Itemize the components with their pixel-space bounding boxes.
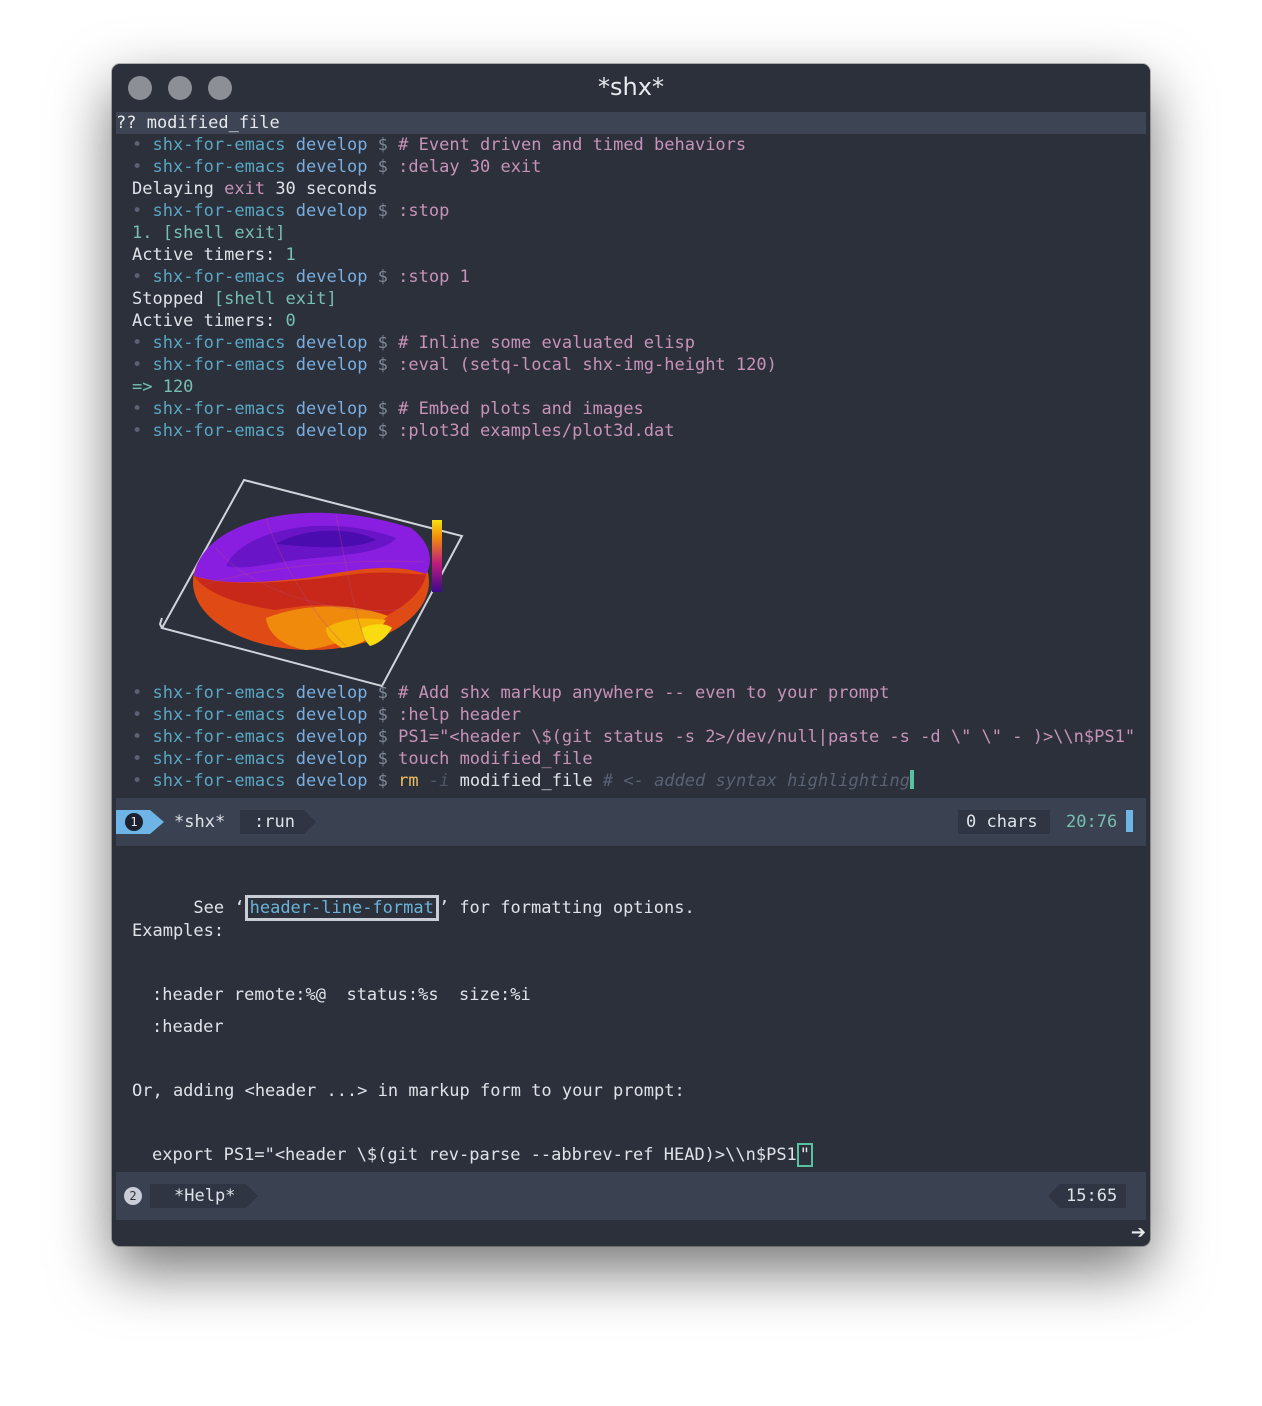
window-title: *shx* [598, 73, 664, 101]
cursor-position: 20:76 [1066, 812, 1118, 832]
shell-output-line: Delaying exit 30 seconds [132, 179, 378, 199]
shell-prompt-line: • shx-for-emacs develop $ # Embed plots … [132, 399, 644, 419]
help-cursor-position: 15:65 [1066, 1186, 1118, 1206]
mode-indicator[interactable]: :run [254, 798, 295, 846]
examples-label: Examples: [132, 921, 225, 941]
export-line: export PS1="<header \$(git rev-parse --a… [152, 1143, 814, 1167]
header-line-format-link[interactable]: header-line-format [244, 895, 439, 921]
shell-prompt-line: • shx-for-emacs develop $ # Event driven… [132, 135, 747, 155]
shell-input-line[interactable]: • shx-for-emacs develop $ rm -i modified… [132, 770, 914, 792]
shell-prompt-line: • shx-for-emacs develop $ :help header [132, 705, 521, 725]
shell-buffer[interactable]: • shx-for-emacs develop $ # Event driven… [132, 134, 1146, 798]
shell-output-line: Active timers: 1 [132, 245, 296, 265]
window-number-badge-2: 2 [124, 1187, 142, 1205]
emacs-window: *shx* ?? modified_file • shx-for-emacs d… [112, 64, 1150, 1246]
shell-prompt-line: • shx-for-emacs develop $ touch modified… [132, 749, 593, 769]
shell-prompt-line: • shx-for-emacs develop $ :plot3d exampl… [132, 421, 675, 441]
shell-output-line: 1. [shell exit] [132, 223, 286, 243]
shell-output-line: => 120 [132, 377, 194, 397]
title-bar: *shx* [112, 64, 1150, 112]
example-1: :header remote:%@ status:%s size:%i [152, 985, 531, 1005]
help-cursor: " [796, 1143, 814, 1167]
shell-prompt-line: • shx-for-emacs develop $ :eval (setq-lo… [132, 355, 777, 375]
shell-prompt-line: • shx-for-emacs develop $ :delay 30 exit [132, 157, 542, 177]
shell-prompt-line: • shx-for-emacs develop $ :stop 1 [132, 267, 470, 287]
text-cursor [909, 770, 914, 789]
shell-prompt-line: • shx-for-emacs develop $ :stop [132, 201, 450, 221]
shell-prompt-line: • shx-for-emacs develop $ # Add shx mark… [132, 683, 890, 703]
window-number-badge: 1 [125, 813, 143, 831]
shell-prompt-line: • shx-for-emacs develop $ # Inline some … [132, 333, 695, 353]
or-line: Or, adding <header ...> in markup form t… [132, 1081, 685, 1101]
modeline-shx[interactable]: 1 *shx* :run 0 chars 20:76 [116, 798, 1146, 846]
example-2: :header [152, 1017, 224, 1037]
shell-output-line: Active timers: 0 [132, 311, 296, 331]
shell-header-line: ?? modified_file [116, 112, 1146, 134]
plot3d-image [158, 478, 464, 688]
char-count: 0 chars [966, 812, 1038, 832]
arrow-right-icon: ➔ [1130, 1222, 1146, 1243]
modeline-help[interactable]: 2 *Help* 15:65 [116, 1172, 1146, 1220]
help-buffer-name[interactable]: *Help* [174, 1172, 235, 1220]
buffer-name[interactable]: *shx* [174, 798, 225, 846]
shell-pane[interactable]: ?? modified_file • shx-for-emacs develop… [116, 112, 1146, 798]
shell-prompt-line: • shx-for-emacs develop $ PS1="<header \… [132, 727, 1136, 747]
modeline-active-indicator [1126, 810, 1133, 832]
help-pane[interactable]: See ‘header-line-format’ for formatting … [116, 846, 1146, 1172]
shell-output-line: Stopped [shell exit] [132, 289, 337, 309]
minibuffer[interactable]: ➔ [112, 1220, 1150, 1246]
